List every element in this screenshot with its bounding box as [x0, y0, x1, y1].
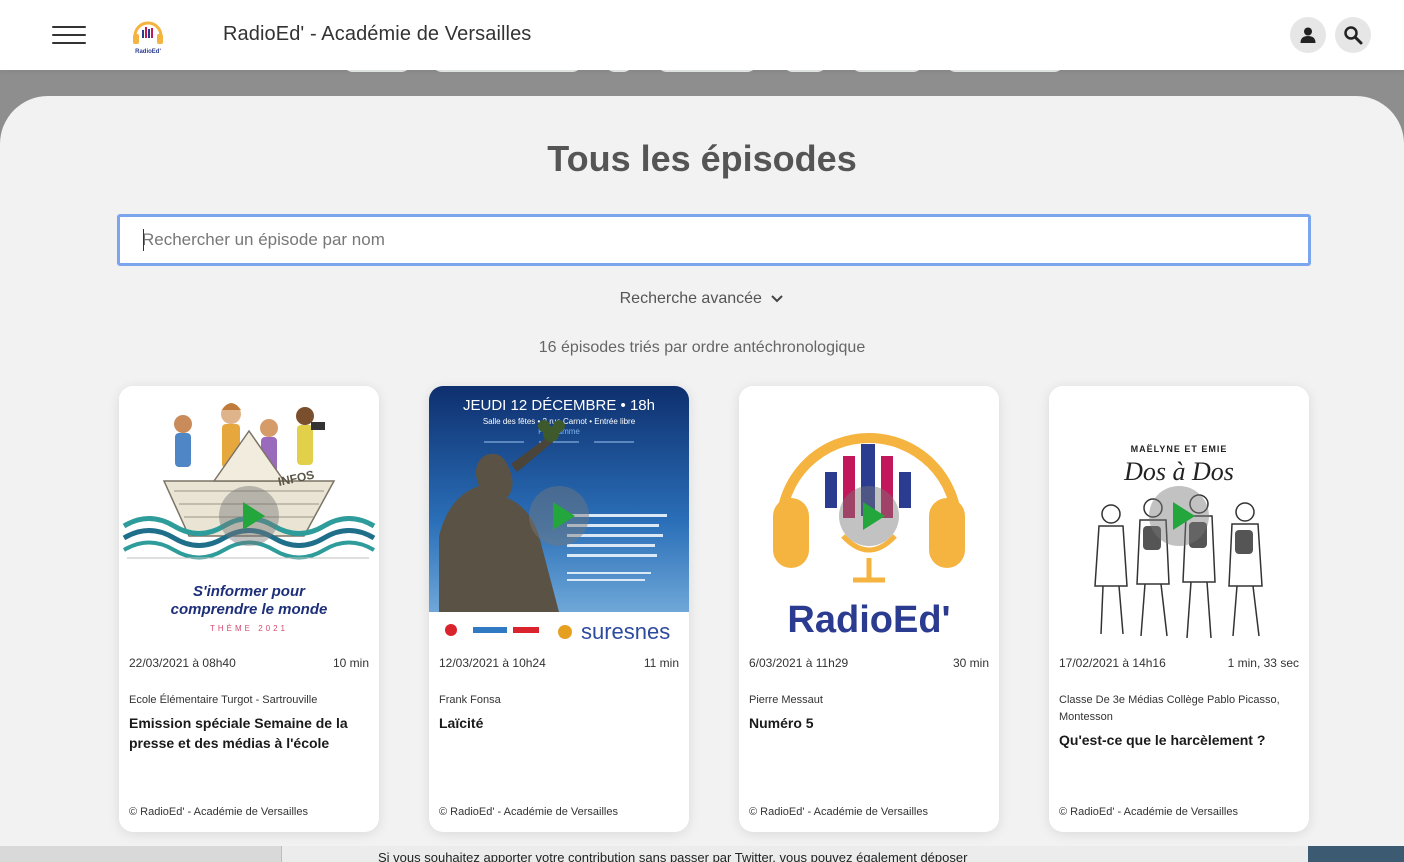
episode-card[interactable]: RadioEd' 6/03/2021 à 11h29 30 min Pierre…: [739, 386, 999, 832]
episode-date: 17/02/2021 à 14h16: [1059, 656, 1166, 670]
search-button[interactable]: [1335, 17, 1371, 53]
thumb-headline: JEUDI 12 DÉCEMBRE • 18h: [463, 397, 655, 414]
episode-card[interactable]: JEUDI 12 DÉCEMBRE • 18h Salle des fêtes …: [429, 386, 689, 832]
site-title[interactable]: RadioEd' - Académie de Versailles: [223, 23, 531, 46]
logo-text: RadioEd': [135, 49, 161, 55]
episode-copyright: © RadioEd' - Académie de Versailles: [749, 806, 928, 818]
thumb-line-2: comprendre le monde: [171, 601, 328, 618]
thumb-kicker: MAËLYNE ET EMIE: [1131, 444, 1228, 454]
episode-duration: 1 min, 33 sec: [1227, 656, 1299, 670]
episode-author: Pierre Messaut: [749, 694, 823, 706]
episode-duration: 10 min: [332, 656, 369, 670]
episodes-panel: Tous les épisodes Recherche avancée 16 é…: [0, 96, 1404, 846]
episode-author: Frank Fonsa: [439, 694, 501, 706]
chevron-down-icon: [771, 295, 784, 303]
episode-copyright: © RadioEd' - Académie de Versailles: [1059, 806, 1238, 818]
background-text: Si vous souhaitez apporter votre contrib…: [378, 850, 968, 862]
episode-duration: 30 min: [952, 656, 989, 670]
thumb-line-1: S'informer pour: [193, 583, 306, 600]
page-title: Tous les épisodes: [547, 138, 857, 179]
episode-search-box[interactable]: [117, 214, 1311, 266]
play-button[interactable]: [219, 486, 279, 546]
episode-duration: 11 min: [643, 656, 679, 670]
thumb-script: Dos à Dos: [1123, 457, 1234, 486]
play-button[interactable]: [839, 486, 899, 546]
user-button[interactable]: [1290, 17, 1326, 53]
episode-card[interactable]: MAËLYNE ET EMIE Dos à Dos 17/02/2021 à 1…: [1049, 386, 1309, 832]
results-count: 16 épisodes triés par ordre antéchronolo…: [538, 339, 866, 356]
user-icon: [1300, 27, 1316, 43]
text-caret: [143, 229, 144, 251]
episode-meta: 12/03/2021 à 10h24 11 min: [439, 656, 679, 670]
episode-author: Ecole Élémentaire Turgot - Sartrouville: [129, 694, 318, 706]
thumb-brand: RadioEd': [787, 599, 950, 641]
episode-title[interactable]: Emission spéciale Semaine de la presse e…: [129, 713, 369, 753]
episode-copyright: © RadioEd' - Académie de Versailles: [439, 806, 618, 818]
episode-meta: 22/03/2021 à 08h40 10 min: [129, 656, 369, 670]
episode-author: Classe De 3e Médias Collège Pablo Picass…: [1059, 694, 1280, 723]
thumb-theme: THÈME 2021: [210, 624, 288, 633]
advanced-search-label: Recherche avancée: [619, 290, 762, 307]
menu-icon[interactable]: [52, 26, 86, 44]
play-button[interactable]: [529, 486, 589, 546]
episode-date: 6/03/2021 à 11h29: [749, 656, 849, 670]
episode-card[interactable]: INFOS S'informer pour comprendre le mond…: [119, 386, 379, 832]
episode-meta: 17/02/2021 à 14h16 1 min, 33 sec: [1059, 656, 1299, 670]
episode-title[interactable]: Numéro 5: [749, 713, 989, 733]
top-header: RadioEd' RadioEd' - Académie de Versaill…: [0, 0, 1404, 70]
search-icon: [1344, 26, 1363, 45]
episode-copyright: © RadioEd' - Académie de Versailles: [129, 806, 308, 818]
episode-search-input[interactable]: [120, 217, 1308, 263]
advanced-search-toggle[interactable]: Recherche avancée: [0, 290, 1404, 308]
episode-title[interactable]: Qu'est-ce que le harcèlement ?: [1059, 730, 1299, 750]
episode-meta: 6/03/2021 à 11h29 30 min: [749, 656, 989, 670]
play-button[interactable]: [1149, 486, 1209, 546]
episode-date: 12/03/2021 à 10h24: [439, 656, 546, 670]
episode-title[interactable]: Laïcité: [439, 713, 679, 733]
episode-date: 22/03/2021 à 08h40: [129, 656, 236, 670]
thumb-brand: suresnes: [581, 619, 670, 644]
radioed-logo[interactable]: RadioEd': [130, 16, 166, 56]
